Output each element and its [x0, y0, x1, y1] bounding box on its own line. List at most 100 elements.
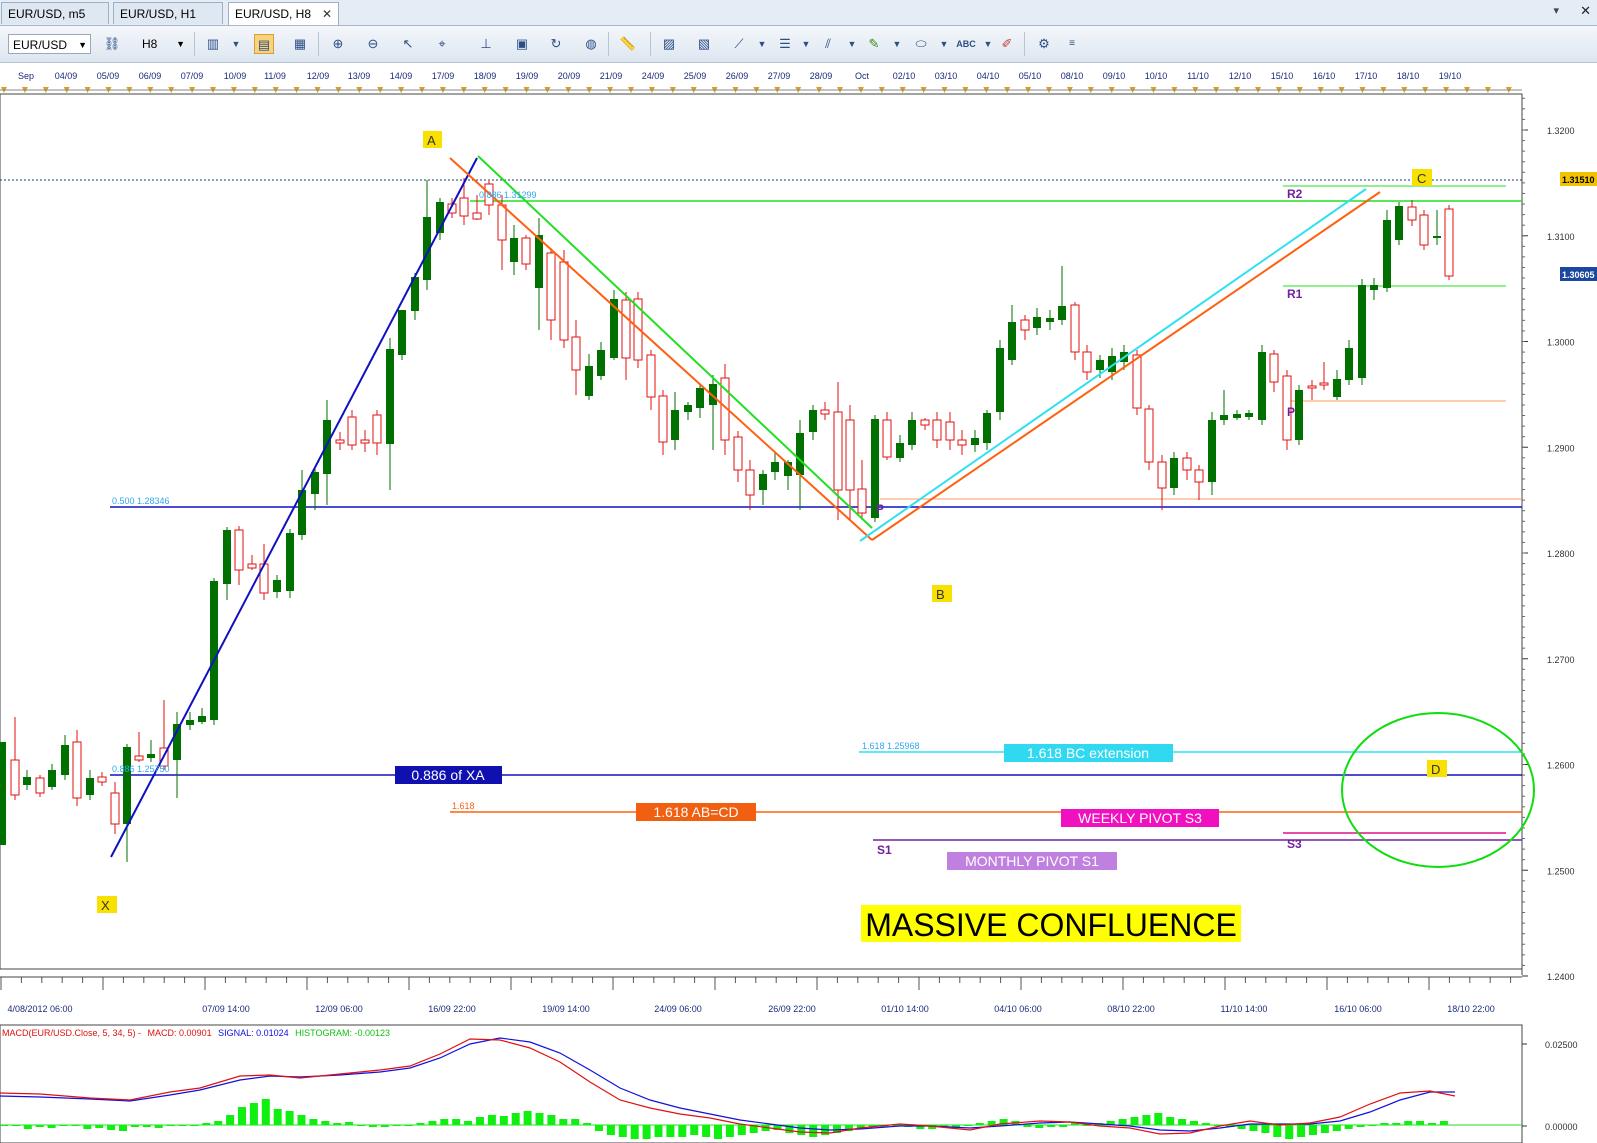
template-icon[interactable]: ▨ [659, 34, 679, 54]
chain-link-icon[interactable]: ⛓ [102, 34, 122, 54]
top-axis-label: 19/09 [516, 71, 539, 81]
close-window-icon[interactable]: ✕ [1580, 3, 1591, 19]
macd-histogram-bar [1416, 1121, 1425, 1125]
monthly-s1-annotation: MONTHLY PIVOT S1 [965, 853, 1099, 869]
macd-histogram-bar [1154, 1113, 1163, 1125]
macd-histogram-bar [166, 1125, 175, 1126]
toolbar-separator [318, 32, 319, 56]
chevron-down-icon[interactable]: ▼ [226, 34, 246, 54]
macd-histogram-bar [1166, 1117, 1175, 1125]
more-icon[interactable]: ≡ [1062, 34, 1082, 54]
macd-histogram-bar [1368, 1125, 1377, 1126]
screenshot-icon[interactable]: ▣ [512, 34, 532, 54]
point-b-label: B [936, 587, 945, 602]
timeframe-select[interactable]: H8 ▼ [138, 34, 188, 54]
candle [1358, 279, 1366, 385]
macd-histogram-bar [1439, 1121, 1448, 1125]
objects-list-icon[interactable]: ⚙ [1034, 34, 1054, 54]
line-chart-icon[interactable]: ▦ [290, 34, 310, 54]
fibonacci-icon[interactable]: ☰ [775, 34, 795, 54]
macd-histogram-bar [214, 1121, 223, 1125]
draw-line-icon[interactable]: ⟋ [729, 34, 749, 54]
macd-histogram-bar [1142, 1115, 1151, 1125]
macd-histogram-bar [618, 1125, 627, 1137]
macd-histogram-bar [273, 1109, 282, 1125]
chevron-down-icon[interactable]: ▼ [752, 34, 772, 54]
bottom-axis-label: 19/09 14:00 [542, 1004, 590, 1014]
macd-histogram-bar [523, 1111, 532, 1125]
macd-histogram-bar [11, 1125, 20, 1126]
chevron-down-icon[interactable]: ▼ [978, 34, 998, 54]
bar-chart-icon[interactable]: ▥ [203, 34, 223, 54]
point-x-label: X [101, 898, 110, 913]
top-axis-label: 06/09 [139, 71, 162, 81]
macd-histogram-bar [190, 1125, 199, 1126]
properties-icon[interactable]: ▧ [694, 34, 714, 54]
channel-icon[interactable]: ⫽ [818, 34, 838, 54]
period-separator-icon[interactable]: ⊥ [476, 34, 496, 54]
close-tab-icon[interactable]: ✕ [322, 3, 332, 25]
pivot-label-s1: S1 [877, 843, 892, 857]
macd-histogram-bar [404, 1125, 413, 1126]
macd-histogram-bar [1404, 1121, 1413, 1125]
chevron-down-icon[interactable]: ▼ [934, 34, 954, 54]
bc-ext-annotation: 1.618 BC extension [1027, 745, 1149, 761]
ellipse-icon[interactable]: ⬭ [911, 34, 931, 54]
zoom-out-icon[interactable]: ⊖ [363, 34, 383, 54]
pivot-label-r2: R2 [1287, 187, 1303, 201]
tab-eurusd-m5[interactable]: EUR/USD, m5 [1, 2, 109, 24]
top-axis-label: Sep [18, 71, 34, 81]
macd-histogram-bar [130, 1125, 139, 1127]
candle [1295, 385, 1303, 445]
symbol-select[interactable]: EUR/USD ▼ [8, 34, 91, 54]
macd-histogram-bar [725, 1125, 734, 1137]
macd-histogram-bar [142, 1125, 151, 1127]
bottom-axis-label: 16/10 06:00 [1334, 1004, 1382, 1014]
price-axis: 1.3200 1.3100 1.3000 1.2900 1.2800 1.2700 1.26… [1522, 97, 1575, 982]
macd-histogram-bar [452, 1119, 461, 1125]
zoom-in-icon[interactable]: ⊕ [328, 34, 348, 54]
top-axis-label: 11/09 [264, 71, 286, 81]
macd-histogram-bar [797, 1125, 806, 1135]
bottom-axis-label: 16/09 22:00 [428, 1004, 476, 1014]
text-icon[interactable]: ABC [956, 34, 976, 54]
macd-histogram-bar [71, 1125, 80, 1126]
macd-histogram-bar [1130, 1117, 1139, 1125]
candlestick-icon[interactable]: ▤ [254, 34, 274, 54]
chevron-down-icon[interactable]: ▼ [887, 34, 907, 54]
top-axis-label: 12/09 [307, 71, 330, 81]
bottom-axis-label: 12/09 06:00 [315, 1004, 363, 1014]
macd-histogram-bar [321, 1121, 330, 1125]
macd-histogram-bar [226, 1115, 235, 1125]
tab-label: EUR/USD, H8 [235, 7, 312, 21]
eraser-icon[interactable]: ✐ [997, 34, 1017, 54]
macd-histogram-bar [666, 1125, 675, 1137]
macd-histogram-bar [1035, 1125, 1044, 1128]
macd-title: MACD(EUR/USD.Close, 5, 34, 5) - [2, 1028, 141, 1038]
chart-area[interactable]: Sep 04/09 05/09 06/09 07/09 10/09 11/09 12/09 13… [0, 63, 1597, 1143]
chevron-down-icon[interactable]: ▼ [842, 34, 862, 54]
tab-label: EUR/USD, m5 [8, 7, 86, 21]
chart-tab-bar: EUR/USD, m5 EUR/USD, H1 EUR/USD, H8 ✕ ▾ ✕ [0, 0, 1597, 26]
refresh-icon[interactable]: ↻ [546, 34, 566, 54]
pivot-label-p: P [1287, 405, 1295, 419]
tab-eurusd-h1[interactable]: EUR/USD, H1 [113, 2, 223, 24]
crosshair-icon[interactable]: ⌖ [432, 34, 452, 54]
macd-histogram-bar [1118, 1119, 1127, 1125]
macd-histogram-bar [1297, 1125, 1306, 1137]
toolbar-separator [194, 32, 195, 56]
macd-histogram-bar [464, 1121, 473, 1125]
macd-histogram-value: HISTOGRAM: -0.00123 [295, 1028, 390, 1038]
macd-histogram-bar [714, 1125, 722, 1139]
top-axis-label: 26/09 [726, 71, 749, 81]
ruler-icon[interactable]: 📏 [618, 34, 638, 54]
tab-eurusd-h8[interactable]: EUR/USD, H8 ✕ [228, 2, 339, 25]
cursor-icon[interactable]: ↖ [398, 34, 418, 54]
macd-histogram-bar [547, 1115, 556, 1125]
globe-icon[interactable]: ◍ [581, 34, 601, 54]
price-axis-label: 1.2700 [1547, 655, 1575, 665]
scroll-tabs-icon[interactable]: ▾ [1553, 4, 1559, 17]
pencil-icon[interactable]: ✎ [864, 34, 884, 54]
top-axis-label: 18/10 [1397, 71, 1420, 81]
chevron-down-icon[interactable]: ▼ [796, 34, 816, 54]
